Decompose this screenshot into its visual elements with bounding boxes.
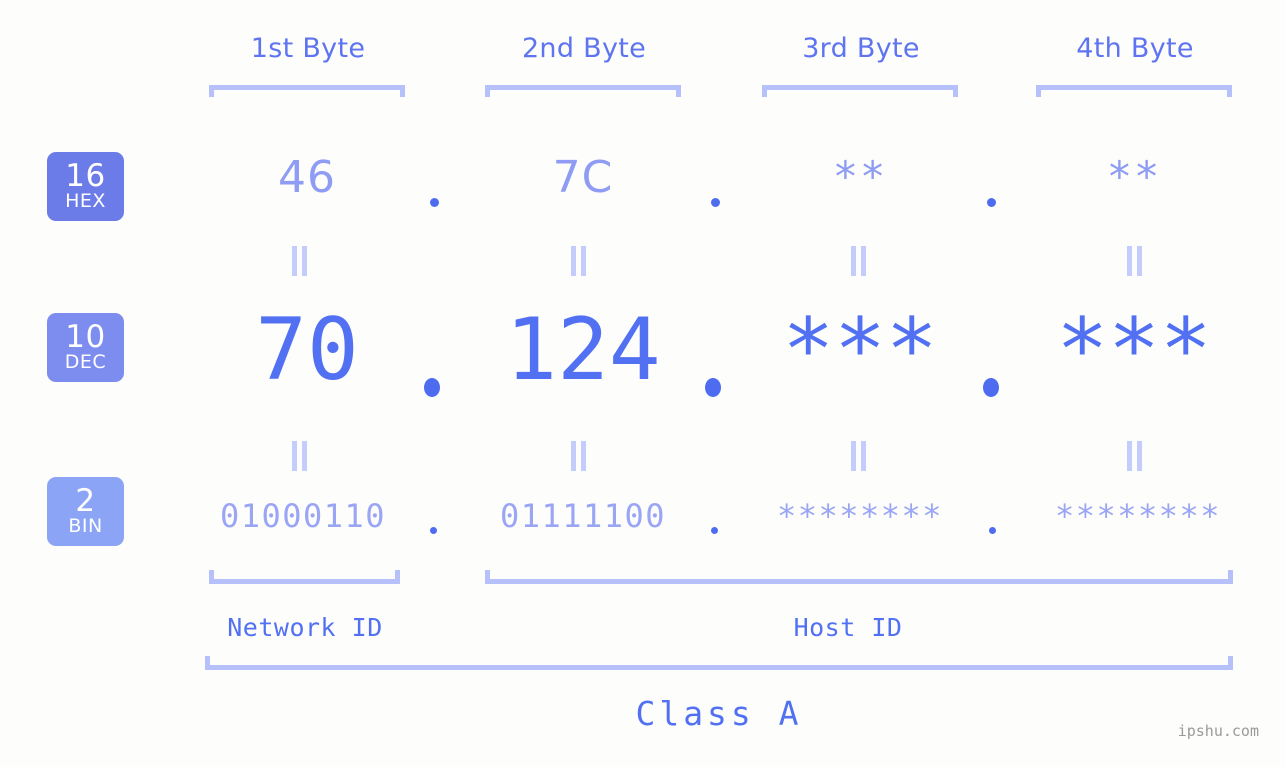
radix-badge-bin-abbr: BIN	[68, 515, 103, 537]
host-id-bracket	[485, 570, 1233, 584]
equals-mark-dec-bin-1	[291, 441, 309, 471]
ip-byte-breakdown-diagram: 1st Byte 2nd Byte 3rd Byte 4th Byte 16 H…	[0, 0, 1285, 767]
dec-dot-separator-2	[705, 378, 721, 397]
dec-value-byte-2: 124	[505, 300, 661, 400]
byte-bracket-top-4	[1036, 85, 1232, 97]
dec-dot-separator-1	[424, 378, 440, 397]
hex-value-byte-1: 46	[278, 152, 336, 203]
hex-dot-separator-2	[711, 198, 720, 207]
byte-header-2: 2nd Byte	[521, 33, 647, 64]
equals-mark-hex-dec-4	[1126, 246, 1144, 276]
dec-value-byte-1: 70	[255, 300, 359, 400]
network-id-bracket	[209, 570, 400, 584]
bin-dot-separator-1	[430, 527, 437, 534]
byte-header-3: 3rd Byte	[802, 33, 920, 64]
class-label: Class A	[635, 694, 803, 733]
byte-header-4: 4th Byte	[1076, 33, 1194, 64]
equals-mark-dec-bin-2	[570, 441, 588, 471]
dec-value-byte-4: ***	[1056, 300, 1212, 400]
radix-badge-hex-number: 16	[65, 158, 106, 194]
hex-dot-separator-3	[987, 198, 996, 207]
equals-mark-hex-dec-2	[570, 246, 588, 276]
radix-badge-bin: 2 BIN	[47, 477, 124, 546]
byte-bracket-top-2	[485, 85, 681, 97]
dec-value-byte-3: ***	[782, 300, 938, 400]
hex-dot-separator-1	[430, 198, 439, 207]
hex-value-byte-2: 7C	[552, 152, 614, 203]
byte-bracket-top-1	[209, 85, 405, 97]
host-id-label: Host ID	[793, 613, 903, 642]
bin-dot-separator-3	[989, 527, 996, 534]
bin-value-byte-1: 01000110	[219, 497, 387, 535]
radix-badge-bin-number: 2	[75, 483, 96, 519]
hex-value-byte-3: **	[832, 152, 888, 201]
byte-bracket-top-3	[762, 85, 958, 97]
bin-dot-separator-2	[711, 527, 718, 534]
network-id-label: Network ID	[227, 613, 383, 642]
equals-mark-dec-bin-3	[850, 441, 868, 471]
dec-dot-separator-3	[983, 378, 999, 397]
hex-value-byte-4: **	[1106, 152, 1162, 201]
bin-value-byte-3: ********	[776, 497, 944, 535]
bin-value-byte-4: ********	[1054, 497, 1222, 535]
byte-header-1: 1st Byte	[250, 33, 366, 64]
radix-badge-dec-abbr: DEC	[64, 351, 107, 373]
equals-mark-hex-dec-3	[850, 246, 868, 276]
equals-mark-dec-bin-4	[1126, 441, 1144, 471]
site-watermark: ipshu.com	[1177, 722, 1259, 740]
bin-value-byte-2: 01111100	[499, 497, 667, 535]
radix-badge-dec: 10 DEC	[47, 313, 124, 382]
class-bracket	[205, 656, 1233, 670]
radix-badge-hex-abbr: HEX	[65, 190, 106, 212]
radix-badge-dec-number: 10	[65, 319, 106, 355]
radix-badge-hex: 16 HEX	[47, 152, 124, 221]
equals-mark-hex-dec-1	[291, 246, 309, 276]
